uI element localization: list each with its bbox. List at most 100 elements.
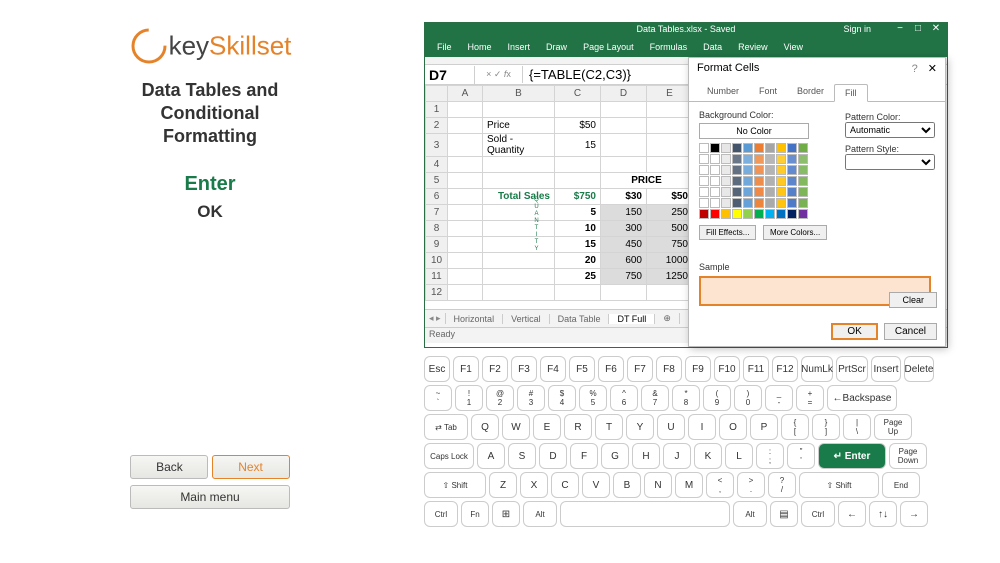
- key-[interactable]: _-: [765, 385, 793, 411]
- key-f9[interactable]: F9: [685, 356, 711, 382]
- key-insert[interactable]: Insert: [871, 356, 901, 382]
- key-[interactable]: }]: [812, 414, 840, 440]
- key-i[interactable]: I: [688, 414, 716, 440]
- sheet-dtfull[interactable]: DT Full: [609, 314, 655, 324]
- key-2[interactable]: @2: [486, 385, 514, 411]
- key-[interactable]: ↑↓: [869, 501, 897, 527]
- key-p[interactable]: P: [750, 414, 778, 440]
- spreadsheet[interactable]: ABCDE 1 2Price$50 3Sold - Quantity15 4 5…: [425, 85, 693, 301]
- more-colors-button[interactable]: More Colors...: [763, 225, 827, 240]
- key-0[interactable]: )0: [734, 385, 762, 411]
- maximize-icon[interactable]: □: [909, 23, 927, 34]
- key-g[interactable]: G: [601, 443, 629, 469]
- key-f1[interactable]: F1: [453, 356, 479, 382]
- key-x[interactable]: X: [520, 472, 548, 498]
- key-c[interactable]: C: [551, 472, 579, 498]
- key-6[interactable]: ^6: [610, 385, 638, 411]
- key-n[interactable]: N: [644, 472, 672, 498]
- help-icon[interactable]: ?: [912, 63, 918, 75]
- fill-effects-button[interactable]: Fill Effects...: [699, 225, 756, 240]
- key-f2[interactable]: F2: [482, 356, 508, 382]
- key-capslock[interactable]: Caps Lock: [424, 443, 474, 469]
- signin-link[interactable]: Sign in: [843, 24, 871, 34]
- dlg-tab-font[interactable]: Font: [749, 83, 787, 101]
- no-color-button[interactable]: No Color: [699, 123, 809, 139]
- close-icon[interactable]: ✕: [927, 23, 945, 34]
- key-[interactable]: ⊞: [492, 501, 520, 527]
- key-4[interactable]: $4: [548, 385, 576, 411]
- key-j[interactable]: J: [663, 443, 691, 469]
- name-box[interactable]: D7: [425, 66, 475, 84]
- key-f[interactable]: F: [570, 443, 598, 469]
- tab-data[interactable]: Data: [695, 39, 730, 57]
- dlg-tab-border[interactable]: Border: [787, 83, 834, 101]
- key-m[interactable]: M: [675, 472, 703, 498]
- key-f7[interactable]: F7: [627, 356, 653, 382]
- key-delete[interactable]: Delete: [904, 356, 934, 382]
- tab-insert[interactable]: Insert: [500, 39, 539, 57]
- key-8[interactable]: *8: [672, 385, 700, 411]
- minimize-icon[interactable]: −: [891, 23, 909, 34]
- tab-formulas[interactable]: Formulas: [642, 39, 696, 57]
- key-5[interactable]: %5: [579, 385, 607, 411]
- key-f8[interactable]: F8: [656, 356, 682, 382]
- key-ctrl[interactable]: Ctrl: [424, 501, 458, 527]
- key-[interactable]: {[: [781, 414, 809, 440]
- next-button[interactable]: Next: [212, 455, 290, 479]
- key-f4[interactable]: F4: [540, 356, 566, 382]
- tab-draw[interactable]: Draw: [538, 39, 575, 57]
- ok-button[interactable]: OK: [831, 323, 877, 340]
- key-1[interactable]: !1: [455, 385, 483, 411]
- key-7[interactable]: &7: [641, 385, 669, 411]
- key-k[interactable]: K: [694, 443, 722, 469]
- key-v[interactable]: V: [582, 472, 610, 498]
- key-[interactable]: →: [900, 501, 928, 527]
- key-end[interactable]: End: [882, 472, 920, 498]
- clear-button[interactable]: Clear: [889, 292, 937, 308]
- key-ctrl[interactable]: Ctrl: [801, 501, 835, 527]
- key-numlk[interactable]: NumLk: [801, 356, 833, 382]
- key-9[interactable]: (9: [703, 385, 731, 411]
- add-sheet-icon[interactable]: ⊕: [655, 313, 680, 324]
- key-[interactable]: ?/: [768, 472, 796, 498]
- key-[interactable]: +=: [796, 385, 824, 411]
- sheet-datatable[interactable]: Data Table: [550, 314, 610, 324]
- key-alt[interactable]: Alt: [733, 501, 767, 527]
- key-[interactable]: "': [787, 443, 815, 469]
- key-[interactable]: ▤: [770, 501, 798, 527]
- main-menu-button[interactable]: Main menu: [130, 485, 290, 509]
- pattern-color-select[interactable]: Automatic: [845, 122, 935, 138]
- pattern-style-select[interactable]: [845, 154, 935, 170]
- key-backspase[interactable]: ←Backspase: [827, 385, 897, 411]
- key-d[interactable]: D: [539, 443, 567, 469]
- key-shift[interactable]: ⇧ Shift: [799, 472, 879, 498]
- tab-review[interactable]: Review: [730, 39, 776, 57]
- tab-home[interactable]: Home: [460, 39, 500, 57]
- key-b[interactable]: B: [613, 472, 641, 498]
- key-shift[interactable]: ⇧ Shift: [424, 472, 486, 498]
- key-h[interactable]: H: [632, 443, 660, 469]
- key-[interactable]: ~`: [424, 385, 452, 411]
- key-f3[interactable]: F3: [511, 356, 537, 382]
- key-enter[interactable]: ↵ Enter: [818, 443, 886, 469]
- key-[interactable]: :;: [756, 443, 784, 469]
- key-[interactable]: |\: [843, 414, 871, 440]
- key-f5[interactable]: F5: [569, 356, 595, 382]
- tab-view[interactable]: View: [776, 39, 811, 57]
- cancel-button[interactable]: Cancel: [884, 323, 937, 340]
- key-e[interactable]: E: [533, 414, 561, 440]
- key-q[interactable]: Q: [471, 414, 499, 440]
- key-u[interactable]: U: [657, 414, 685, 440]
- sheet-vertical[interactable]: Vertical: [503, 314, 550, 324]
- key-r[interactable]: R: [564, 414, 592, 440]
- key-o[interactable]: O: [719, 414, 747, 440]
- key-f10[interactable]: F10: [714, 356, 740, 382]
- key-space[interactable]: [560, 501, 730, 527]
- key-prtscr[interactable]: PrtScr: [836, 356, 868, 382]
- dlg-tab-fill[interactable]: Fill: [834, 84, 868, 102]
- key-[interactable]: ←: [838, 501, 866, 527]
- key-pageup[interactable]: PageUp: [874, 414, 912, 440]
- key-t[interactable]: T: [595, 414, 623, 440]
- key-w[interactable]: W: [502, 414, 530, 440]
- key-l[interactable]: L: [725, 443, 753, 469]
